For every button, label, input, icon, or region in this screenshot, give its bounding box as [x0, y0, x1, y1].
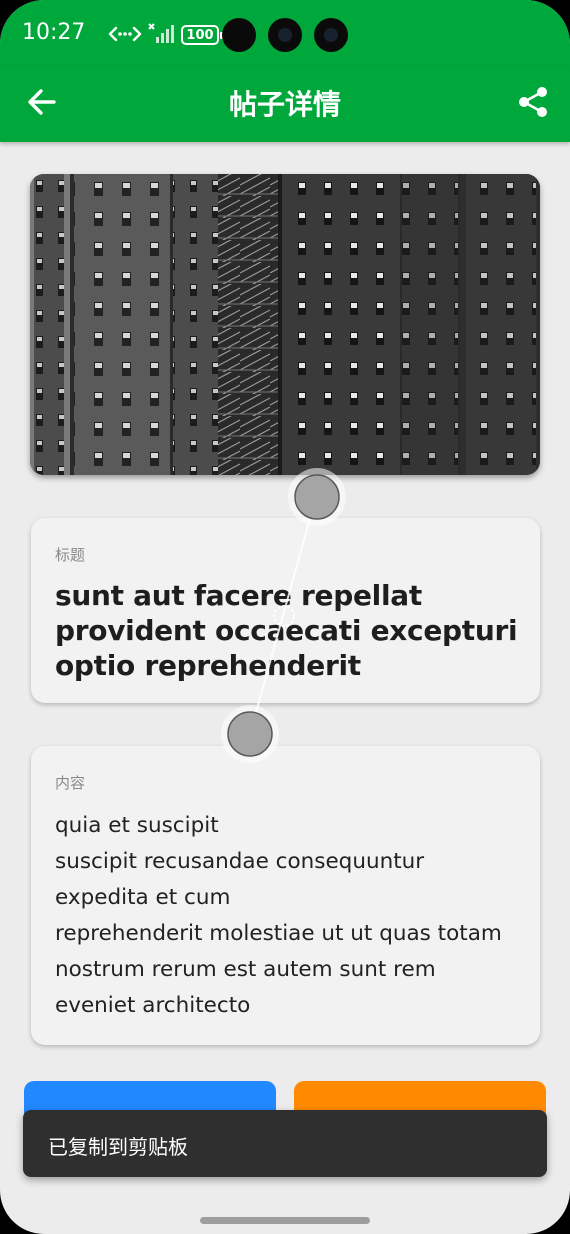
page-title: 帖子详情: [228, 88, 341, 121]
content-line: suscipit recusandae consequuntur: [55, 849, 425, 874]
app-bar: 帖子详情: [0, 66, 570, 142]
battery-icon: 100: [181, 25, 223, 45]
front-camera-icon: [314, 18, 348, 52]
content-card: 内容 quia et suscipit suscipit recusandae …: [31, 746, 540, 1045]
title-card: 标题 sunt aut facere repellat provident oc…: [31, 518, 540, 703]
content-line: expedita et cum: [55, 885, 231, 910]
battery-level: 100: [186, 27, 214, 43]
content-line: eveniet architecto: [55, 993, 251, 1018]
snackbar-toast: 已复制到剪贴板: [23, 1110, 547, 1177]
status-bar: 10:27 100: [0, 0, 570, 66]
signal-icon: [148, 23, 174, 43]
content-line: nostrum rerum est autem sunt rem: [55, 957, 436, 982]
toast-message: 已复制到剪贴板: [48, 1135, 188, 1159]
content-line: quia et suscipit: [55, 813, 219, 838]
network-activity-icon: [108, 26, 142, 42]
front-camera-icon: [268, 18, 302, 52]
status-time: 10:27: [22, 20, 86, 45]
post-title: sunt aut facere repellat provident occae…: [55, 579, 518, 682]
share-icon[interactable]: [516, 85, 550, 119]
content-label: 内容: [55, 774, 86, 792]
post-content: quia et suscipit suscipit recusandae con…: [55, 808, 525, 1024]
content-line: reprehenderit molestiae ut ut quas totam: [55, 921, 502, 946]
title-label: 标题: [55, 546, 86, 564]
phone-screen: 10:27 100 帖子详情 标题 sunt aut facere repell…: [0, 0, 570, 1234]
home-indicator[interactable]: [200, 1217, 370, 1224]
front-camera-icon: [222, 18, 256, 52]
post-image: [30, 174, 540, 475]
